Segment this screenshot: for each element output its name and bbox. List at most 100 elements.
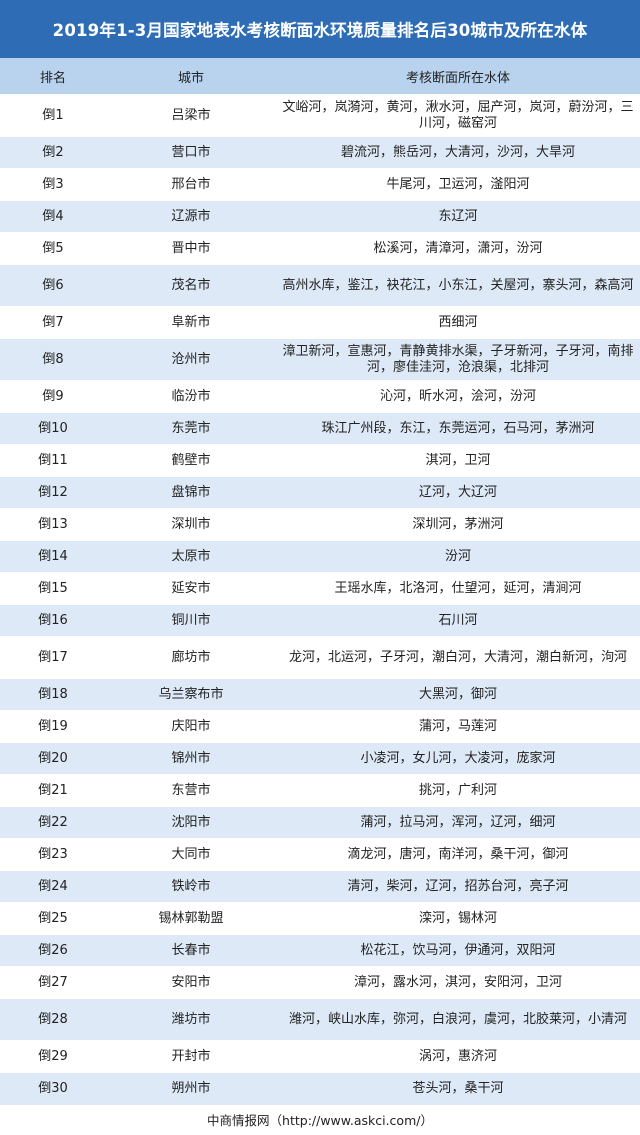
column-header-rank: 排名 (0, 58, 106, 95)
water-body-cell: 滦河，锡林河 (276, 902, 640, 935)
city-cell: 长春市 (106, 934, 276, 967)
water-body-cell: 清河，柴河，辽河，招苏台河，亮子河 (276, 870, 640, 903)
table-row: 倒18 乌兰察布市 大黑河，御河 (0, 678, 640, 711)
table-row: 倒9 临汾市 沁河，昕水河，浍河，汾河 (0, 380, 640, 413)
rank-cell: 倒24 (0, 870, 106, 903)
table-row: 倒20 锦州市 小凌河，女儿河，大凌河，庞家河 (0, 742, 640, 775)
rank-cell: 倒19 (0, 710, 106, 743)
rank-cell: 倒20 (0, 742, 106, 775)
city-cell: 邢台市 (106, 168, 276, 201)
column-header-city: 城市 (106, 58, 276, 95)
city-cell: 延安市 (106, 572, 276, 605)
rank-cell: 倒26 (0, 934, 106, 967)
table-row: 倒24 铁岭市 清河，柴河，辽河，招苏台河，亮子河 (0, 870, 640, 903)
rank-cell: 倒30 (0, 1072, 106, 1105)
water-body-cell: 牛尾河，卫运河，滏阳河 (276, 168, 640, 201)
table-row: 倒12 盘锦市 辽河，大辽河 (0, 476, 640, 509)
water-body-cell: 辽河，大辽河 (276, 476, 640, 509)
city-cell: 廊坊市 (106, 636, 276, 679)
city-cell: 锡林郭勒盟 (106, 902, 276, 935)
rank-cell: 倒16 (0, 604, 106, 637)
water-body-cell: 松溪河，清漳河，潇河，汾河 (276, 232, 640, 265)
rank-cell: 倒14 (0, 540, 106, 573)
city-cell: 安阳市 (106, 966, 276, 999)
city-cell: 沧州市 (106, 338, 276, 381)
water-body-cell: 蒲河，拉马河，浑河，辽河，细河 (276, 806, 640, 839)
city-cell: 临汾市 (106, 380, 276, 413)
water-body-cell: 蒲河，马莲河 (276, 710, 640, 743)
city-cell: 东营市 (106, 774, 276, 807)
table-row: 倒16 铜川市 石川河 (0, 604, 640, 637)
table-row: 倒17 廊坊市 龙河，北运河，子牙河，潮白河，大清河，潮白新河，泃河 (0, 636, 640, 679)
water-body-cell: 深圳河，茅洲河 (276, 508, 640, 541)
rank-cell: 倒27 (0, 966, 106, 999)
page-title: 2019年1-3月国家地表水考核断面水环境质量排名后30城市及所在水体 (0, 0, 640, 58)
table-row: 倒10 东莞市 珠江广州段，东江，东莞运河，石马河，茅洲河 (0, 412, 640, 445)
rank-cell: 倒5 (0, 232, 106, 265)
source-footer: 中商情报网（http://www.askci.com/） (207, 1113, 433, 1128)
water-body-cell: 高州水库，鉴江，袂花江，小东江，关屋河，寨头河，森高河 (276, 264, 640, 307)
city-cell: 潍坊市 (106, 998, 276, 1041)
city-cell: 鹤壁市 (106, 444, 276, 477)
water-body-cell: 挑河，广利河 (276, 774, 640, 807)
table-row: 倒29 开封市 涡河，惠济河 (0, 1040, 640, 1073)
column-header-water-body: 考核断面所在水体 (276, 58, 640, 95)
rank-cell: 倒22 (0, 806, 106, 839)
rank-cell: 倒12 (0, 476, 106, 509)
rank-cell: 倒21 (0, 774, 106, 807)
table-row: 倒23 大同市 滴龙河，唐河，南洋河，桑干河，御河 (0, 838, 640, 871)
table-row: 倒26 长春市 松花江，饮马河，伊通河，双阳河 (0, 934, 640, 967)
table-row: 倒14 太原市 汾河 (0, 540, 640, 573)
water-body-cell: 沁河，昕水河，浍河，汾河 (276, 380, 640, 413)
table-row: 倒8 沧州市 漳卫新河，宣惠河，青静黄排水渠，子牙新河，子牙河，南排河，廖佳洼河，沧… (0, 338, 640, 381)
city-cell: 辽源市 (106, 200, 276, 233)
rank-cell: 倒28 (0, 998, 106, 1041)
city-cell: 吕梁市 (106, 94, 276, 137)
table-row: 倒27 安阳市 漳河，露水河，淇河，安阳河，卫河 (0, 966, 640, 999)
table-row: 倒11 鹤壁市 淇河，卫河 (0, 444, 640, 477)
rank-cell: 倒9 (0, 380, 106, 413)
table-row: 倒5 晋中市 松溪河，清漳河，潇河，汾河 (0, 232, 640, 265)
water-body-cell: 西细河 (276, 306, 640, 339)
water-body-cell: 滴龙河，唐河，南洋河，桑干河，御河 (276, 838, 640, 871)
water-body-cell: 漳河，露水河，淇河，安阳河，卫河 (276, 966, 640, 999)
city-cell: 晋中市 (106, 232, 276, 265)
water-body-cell: 大黑河，御河 (276, 678, 640, 711)
rank-cell: 倒8 (0, 338, 106, 381)
table-row: 倒22 沈阳市 蒲河，拉马河，浑河，辽河，细河 (0, 806, 640, 839)
water-body-cell: 淇河，卫河 (276, 444, 640, 477)
city-cell: 朔州市 (106, 1072, 276, 1105)
city-cell: 营口市 (106, 136, 276, 169)
table-row: 倒21 东营市 挑河，广利河 (0, 774, 640, 807)
rank-cell: 倒13 (0, 508, 106, 541)
city-cell: 盘锦市 (106, 476, 276, 509)
table-row: 倒19 庆阳市 蒲河，马莲河 (0, 710, 640, 743)
city-cell: 茂名市 (106, 264, 276, 307)
table-row: 倒3 邢台市 牛尾河，卫运河，滏阳河 (0, 168, 640, 201)
rank-cell: 倒10 (0, 412, 106, 445)
table-row: 倒28 潍坊市 潍河，峡山水库，弥河，白浪河，虞河，北胶莱河，小清河 (0, 998, 640, 1041)
water-body-cell: 漳卫新河，宣惠河，青静黄排水渠，子牙新河，子牙河，南排河，廖佳洼河，沧浪渠，北排… (276, 338, 640, 381)
table-row: 倒4 辽源市 东辽河 (0, 200, 640, 233)
city-cell: 沈阳市 (106, 806, 276, 839)
rank-cell: 倒2 (0, 136, 106, 169)
table-row: 倒25 锡林郭勒盟 滦河，锡林河 (0, 902, 640, 935)
table-row: 倒13 深圳市 深圳河，茅洲河 (0, 508, 640, 541)
rank-cell: 倒18 (0, 678, 106, 711)
rank-cell: 倒23 (0, 838, 106, 871)
city-cell: 锦州市 (106, 742, 276, 775)
city-cell: 铁岭市 (106, 870, 276, 903)
rank-cell: 倒3 (0, 168, 106, 201)
water-body-cell: 汾河 (276, 540, 640, 573)
city-cell: 庆阳市 (106, 710, 276, 743)
rank-cell: 倒29 (0, 1040, 106, 1073)
rank-cell: 倒15 (0, 572, 106, 605)
table-body: 倒1 吕梁市 文峪河，岚漪河，黄河，湫水河，屈产河，岚河，蔚汾河，三川河，磁窑河 倒2… (0, 94, 640, 1105)
water-body-cell: 潍河，峡山水库，弥河，白浪河，虞河，北胶莱河，小清河 (276, 998, 640, 1041)
city-cell: 东莞市 (106, 412, 276, 445)
rank-cell: 倒1 (0, 94, 106, 137)
ranking-table: 排名 城市 考核断面所在水体 倒1 吕梁市 文峪河，岚漪河，黄河，湫水河，屈产河，岚… (0, 58, 640, 1105)
table-row: 倒6 茂名市 高州水库，鉴江，袂花江，小东江，关屋河，寨头河，森高河 (0, 264, 640, 307)
water-body-cell: 碧流河，熊岳河，大清河，沙河，大旱河 (276, 136, 640, 169)
water-body-cell: 涡河，惠济河 (276, 1040, 640, 1073)
